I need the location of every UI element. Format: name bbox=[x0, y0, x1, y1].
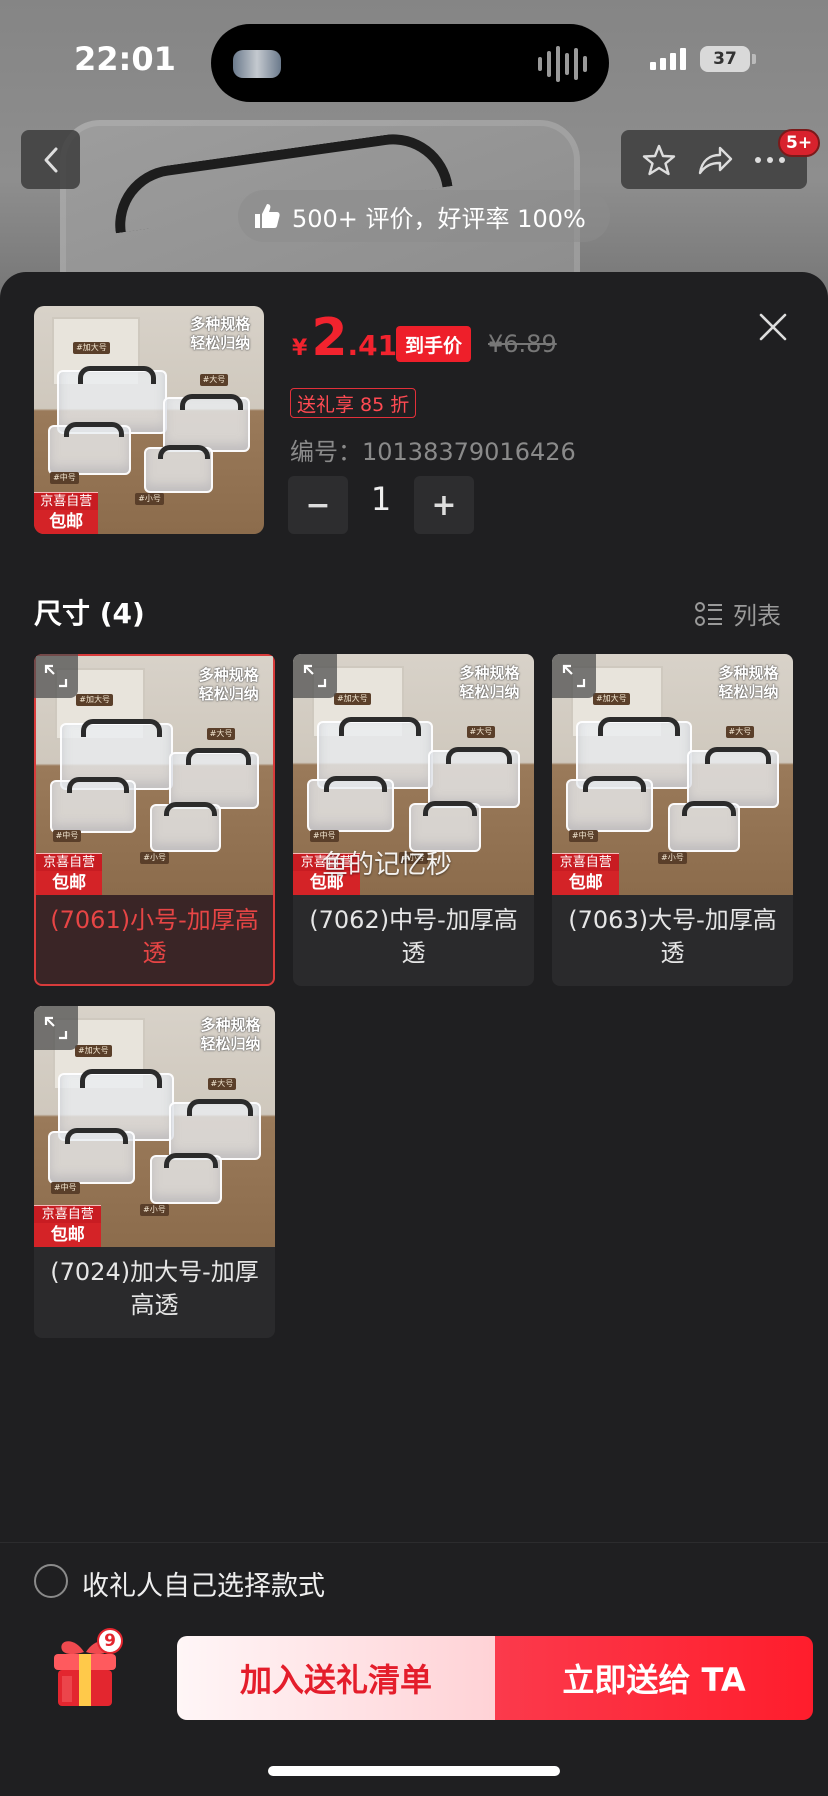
battery-nub-icon bbox=[752, 54, 756, 64]
chevron-left-icon bbox=[44, 147, 57, 172]
close-icon bbox=[759, 313, 787, 341]
expand-icon[interactable] bbox=[34, 1006, 78, 1050]
selected-product-image[interactable]: 多种规格 轻松归纳 #加大号 #大号 #中号 #小号 京喜自营 包邮 bbox=[34, 306, 264, 534]
thumbs-up-icon bbox=[255, 204, 280, 228]
close-button[interactable] bbox=[752, 306, 794, 348]
list-view-toggle[interactable]: 列表 bbox=[695, 596, 781, 631]
size-option-7062[interactable]: 多种规格 轻松归纳 #加大号 #大号 #中号 #小号 京喜自营 包邮 (7062)中号-… bbox=[293, 654, 534, 986]
more-icon[interactable] bbox=[753, 155, 787, 165]
audio-waveform-icon bbox=[538, 44, 587, 84]
size-option-7024[interactable]: 多种规格 轻松归纳 #加大号 #大号 #中号 #小号 京喜自营 包邮 (7024)加大号… bbox=[34, 1006, 275, 1338]
list-view-icon bbox=[695, 601, 722, 626]
size-option-label: (7024)加大号-加厚高透 bbox=[50, 1258, 259, 1319]
expand-icon[interactable] bbox=[293, 654, 337, 698]
final-price-tag: 到手价 bbox=[396, 326, 472, 362]
quantity-value[interactable]: 1 bbox=[350, 480, 412, 518]
size-option-label: (7063)大号-加厚高透 bbox=[568, 906, 777, 967]
home-indicator[interactable] bbox=[268, 1766, 560, 1776]
rating-text: 500+ 评价，好评率 100% bbox=[292, 204, 586, 233]
expand-icon[interactable] bbox=[34, 654, 78, 698]
dynamic-island[interactable] bbox=[211, 24, 609, 102]
cellular-signal-icon bbox=[650, 48, 686, 70]
size-option-7063[interactable]: 多种规格 轻松归纳 #加大号 #大号 #中号 #小号 京喜自营 包邮 (7063)大号-… bbox=[552, 654, 793, 986]
media-thumbnail-icon bbox=[233, 50, 281, 78]
recipient-choice-label[interactable]: 收礼人自己选择款式 bbox=[82, 1564, 325, 1603]
size-section-title: 尺寸 (4) bbox=[34, 597, 145, 630]
price-integer: 2 bbox=[311, 308, 348, 368]
price-decimal: .41 bbox=[347, 329, 398, 362]
status-time: 22:01 bbox=[74, 40, 176, 78]
price-currency: ¥ bbox=[292, 336, 308, 361]
notification-badge: 5+ bbox=[778, 129, 821, 157]
watermark-text: 鱼的记忆秒 bbox=[322, 850, 453, 880]
quantity-decrease-button[interactable]: − bbox=[288, 476, 348, 534]
sku-number: 编号：10138379016426 bbox=[290, 438, 576, 466]
share-icon[interactable] bbox=[696, 142, 734, 178]
rating-summary[interactable]: 500+ 评价，好评率 100% bbox=[238, 190, 610, 242]
size-option-7061[interactable]: 多种规格 轻松归纳 #加大号 #大号 #中号 #小号 京喜自营 包邮 (7061)小号-… bbox=[34, 654, 275, 986]
back-button[interactable] bbox=[21, 130, 80, 189]
divider bbox=[0, 1542, 828, 1543]
original-price: ¥6.89 bbox=[488, 330, 557, 358]
star-icon[interactable] bbox=[641, 142, 677, 178]
size-option-label: (7062)中号-加厚高透 bbox=[309, 906, 518, 967]
size-option-label: (7061)小号-加厚高透 bbox=[50, 906, 259, 967]
battery-indicator: 37 bbox=[700, 46, 750, 72]
price: ¥ 2 .41 bbox=[292, 312, 397, 364]
expand-icon[interactable] bbox=[552, 654, 596, 698]
gift-discount-tag: 送礼享 85 折 bbox=[290, 388, 417, 418]
add-to-gift-list-button[interactable]: 加入送礼清单 bbox=[177, 1636, 495, 1720]
recipient-choice-radio[interactable] bbox=[34, 1564, 68, 1598]
gift-list-count-badge: 9 bbox=[97, 1628, 123, 1654]
send-gift-now-button[interactable]: 立即送给 TA bbox=[495, 1636, 813, 1720]
list-view-label: 列表 bbox=[733, 602, 781, 630]
quantity-increase-button[interactable]: + bbox=[414, 476, 474, 534]
